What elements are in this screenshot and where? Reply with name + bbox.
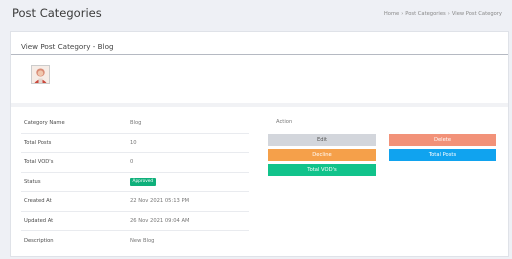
card-title: View Post Category - Blog <box>11 32 508 55</box>
total-posts-button[interactable]: Total Posts <box>389 149 496 161</box>
detail-row-description: Description New Blog <box>21 231 249 251</box>
detail-label: Status <box>24 178 41 185</box>
breadcrumb-post-categories[interactable]: Post Categories <box>405 11 445 17</box>
action-heading: Action <box>276 119 293 125</box>
page-title: Post Categories <box>12 6 102 20</box>
detail-row-category-name: Category Name Blog <box>21 114 249 134</box>
decline-button[interactable]: Decline <box>268 149 376 161</box>
detail-label: Total Posts <box>24 139 52 146</box>
detail-value: 22 Nov 2021 05:13 PM <box>130 198 190 205</box>
detail-label: Category Name <box>24 120 65 127</box>
breadcrumb-separator: › <box>401 11 404 17</box>
detail-value: New Blog <box>130 237 155 244</box>
status-badge: Approved <box>130 177 156 186</box>
detail-row-status: Status Approved <box>21 173 249 192</box>
edit-button[interactable]: Edit <box>268 134 376 146</box>
detail-row-updated-at: Updated At 26 Nov 2021 09:04 AM <box>21 212 249 231</box>
avatar-image <box>32 66 49 83</box>
detail-row-created-at: Created At 22 Nov 2021 05:13 PM <box>21 192 249 212</box>
detail-label: Total VOD's <box>24 159 54 166</box>
detail-value: Blog <box>130 120 142 127</box>
detail-value: 0 <box>130 159 134 166</box>
breadcrumb-home[interactable]: Home <box>384 11 399 17</box>
breadcrumb-separator: › <box>447 11 450 17</box>
breadcrumb: Home › Post Categories › View Post Category <box>384 11 502 17</box>
detail-label: Description <box>24 237 54 244</box>
detail-label: Created At <box>24 198 52 205</box>
details-table: Category Name Blog Total Posts 10 Total … <box>21 114 249 251</box>
category-avatar <box>31 65 50 84</box>
detail-value: 26 Nov 2021 09:04 AM <box>130 217 190 224</box>
breadcrumb-current: View Post Category <box>451 11 502 17</box>
section-divider <box>11 103 508 107</box>
detail-row-total-posts: Total Posts 10 <box>21 134 249 153</box>
total-vods-button[interactable]: Total VOD's <box>268 164 376 176</box>
category-card: View Post Category - Blog Category Name … <box>10 31 509 257</box>
detail-row-total-vods: Total VOD's 0 <box>21 153 249 173</box>
detail-value: 10 <box>130 139 137 146</box>
detail-label: Updated At <box>24 217 54 224</box>
delete-button[interactable]: Delete <box>389 134 496 146</box>
